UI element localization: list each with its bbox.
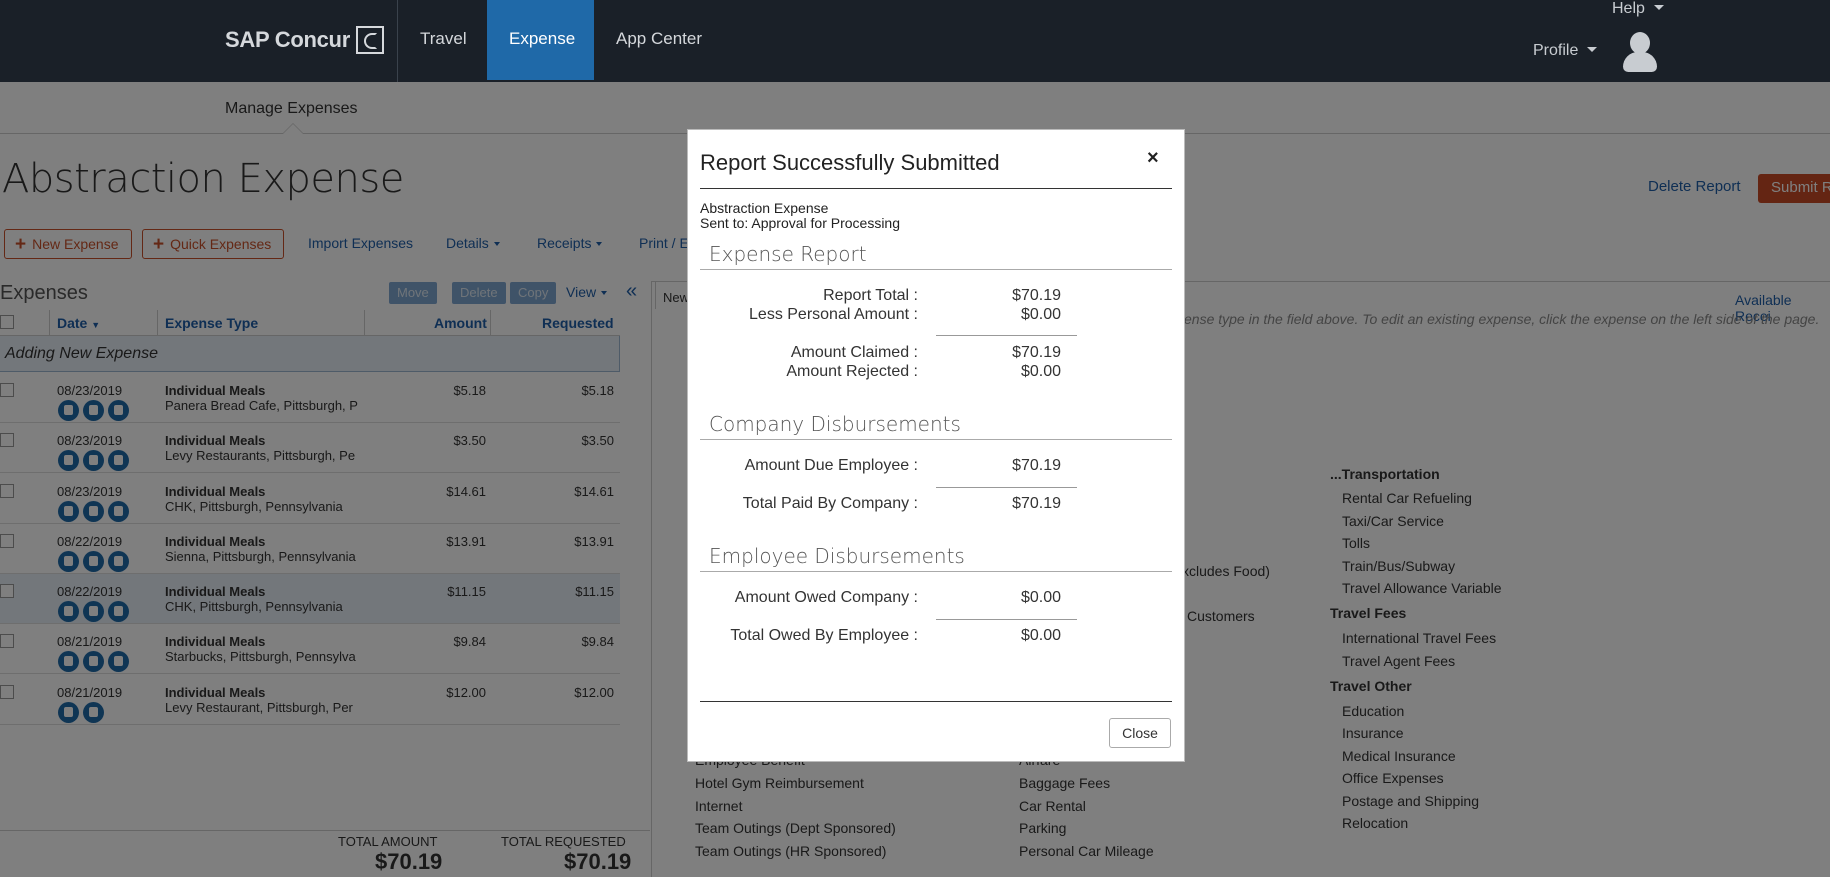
amount-due-employee-label: Amount Due Employee :	[744, 457, 918, 474]
amount-rejected-value: $0.00	[1020, 363, 1061, 380]
chevron-down-icon	[1587, 47, 1598, 52]
nav-tab-app-center[interactable]: App Center	[594, 0, 724, 80]
report-total-value: $70.19	[1012, 287, 1061, 304]
amount-due-employee-value: $70.19	[1012, 457, 1061, 474]
amount-claimed-label: Amount Claimed :	[790, 344, 918, 361]
amount-owed-company-label: Amount Owed Company :	[734, 589, 918, 606]
avatar-icon[interactable]	[1622, 30, 1658, 74]
concur-logo-icon	[355, 26, 384, 54]
submitted-sent-to: Sent to: Approval for Processing	[700, 215, 900, 231]
close-icon[interactable]: ×	[1147, 147, 1159, 170]
submitted-report-name: Abstraction Expense	[700, 200, 829, 216]
logo-text: SAP Concur	[225, 27, 350, 52]
total-paid-by-company-label: Total Paid By Company :	[742, 495, 918, 512]
dialog-divider	[700, 188, 1172, 189]
amount-claimed-value: $70.19	[1012, 344, 1061, 361]
amount-divider	[936, 487, 1077, 488]
total-owed-by-employee-label: Total Owed By Employee :	[730, 627, 918, 644]
amount-divider	[936, 335, 1077, 336]
section-heading-expense-report: Expense Report	[709, 242, 867, 266]
nav-tab-travel[interactable]: Travel	[398, 0, 489, 80]
amount-rejected-label: Amount Rejected :	[786, 363, 918, 380]
section-divider	[700, 571, 1172, 572]
help-label: Help	[1612, 0, 1645, 17]
amount-divider	[936, 619, 1077, 620]
total-paid-by-company-value: $70.19	[1012, 495, 1061, 512]
report-total-label: Report Total :	[823, 287, 918, 304]
section-divider	[700, 269, 1172, 270]
total-owed-by-employee-value: $0.00	[1020, 627, 1061, 644]
dialog-divider	[700, 701, 1172, 702]
chevron-down-icon	[1653, 5, 1664, 10]
nav-tab-expense[interactable]: Expense	[487, 0, 594, 80]
less-personal-label: Less Personal Amount :	[749, 306, 918, 323]
report-submitted-dialog: Report Successfully Submitted × Abstract…	[687, 129, 1185, 762]
close-button[interactable]: Close	[1109, 718, 1171, 748]
section-heading-employee-disbursements: Employee Disbursements	[709, 544, 965, 568]
less-personal-value: $0.00	[1020, 306, 1061, 323]
sap-concur-logo[interactable]: SAP Concur	[225, 24, 384, 56]
help-menu[interactable]: Help	[1612, 0, 1664, 18]
dialog-title: Report Successfully Submitted	[700, 150, 1000, 175]
section-heading-company-disbursements: Company Disbursements	[709, 412, 961, 436]
section-divider	[700, 439, 1172, 440]
amount-owed-company-value: $0.00	[1020, 589, 1061, 606]
profile-label: Profile	[1533, 42, 1579, 59]
profile-menu[interactable]: Profile	[1533, 42, 1598, 60]
